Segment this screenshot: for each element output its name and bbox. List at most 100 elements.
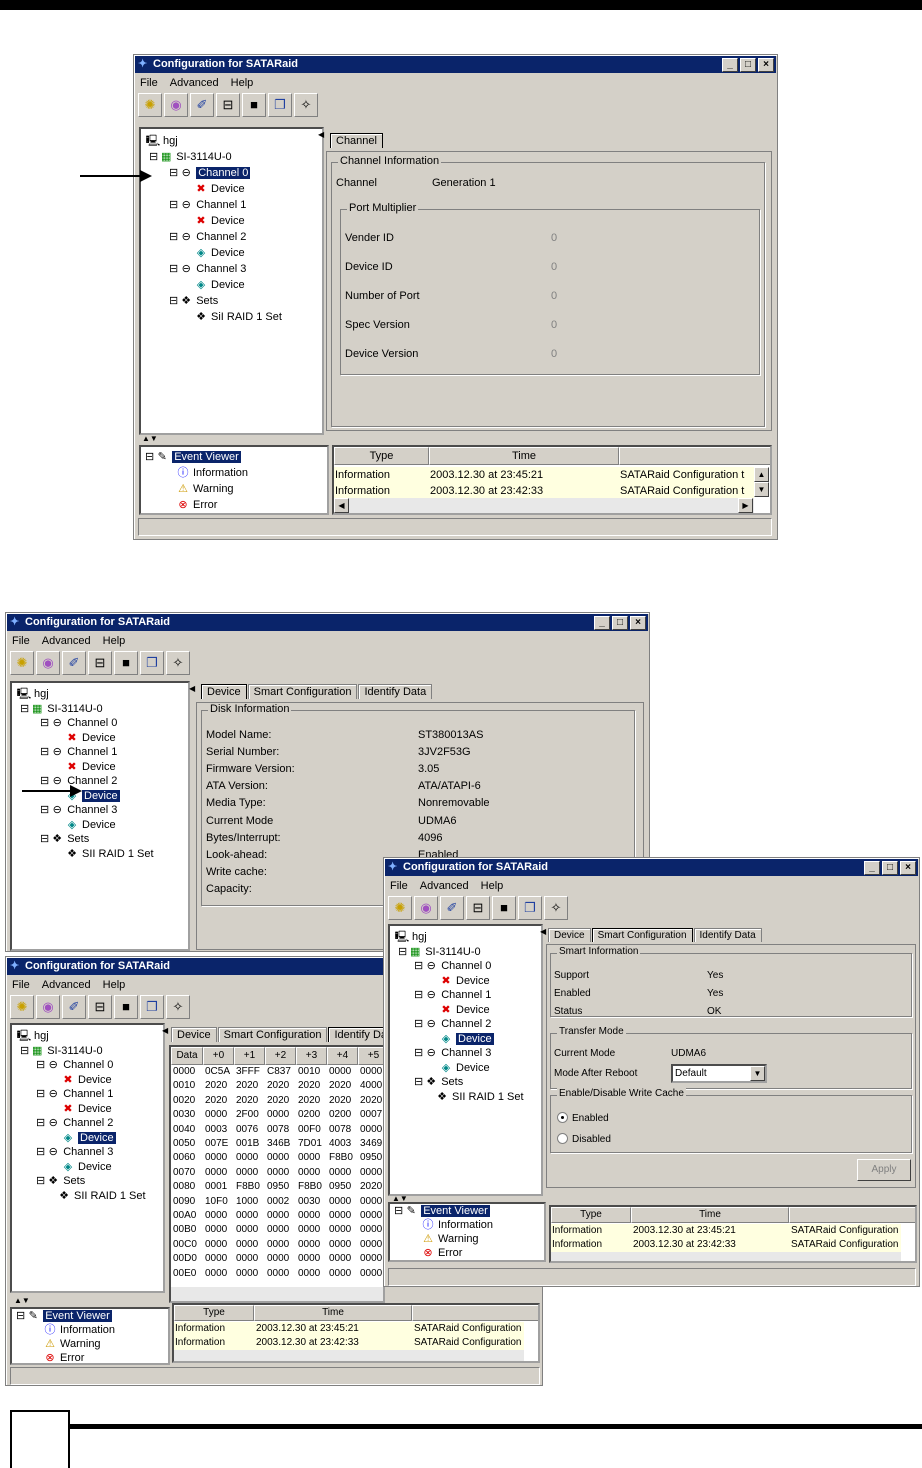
identify-col-header[interactable]: +0 bbox=[203, 1047, 234, 1065]
save-icon[interactable]: ■ bbox=[114, 651, 138, 675]
menu-file[interactable]: File bbox=[12, 979, 30, 991]
identify-col-header[interactable]: Data bbox=[171, 1047, 203, 1065]
tree-sets[interactable]: ⊟ ❖ Sets bbox=[16, 832, 154, 847]
minimize-button[interactable]: _ bbox=[722, 58, 738, 72]
drive-icon[interactable]: ⊟ bbox=[88, 651, 112, 675]
event-error-node[interactable]: ⊗ Error bbox=[145, 497, 248, 513]
tree-channel-0[interactable]: ⊟ ⊖ Channel 0 bbox=[145, 165, 282, 181]
tree-root[interactable]: 🖳 hgj bbox=[145, 133, 282, 149]
tree-sets[interactable]: ⊟ ❖ Sets bbox=[145, 293, 282, 309]
identify-col-header[interactable]: +4 bbox=[327, 1047, 358, 1065]
tree-device-1[interactable]: ✖ Device bbox=[16, 1102, 146, 1117]
find-icon[interactable]: ✧ bbox=[294, 93, 318, 117]
tree-device-2[interactable]: ◈ Device bbox=[394, 1032, 524, 1047]
chevron-down-icon[interactable]: ▼ bbox=[750, 1066, 765, 1081]
horizontal-scrollbar[interactable] bbox=[171, 1287, 383, 1301]
splitter-arrow-icon[interactable]: ◀ bbox=[189, 685, 195, 693]
splitter-arrow-icon[interactable]: ◀ bbox=[540, 928, 546, 936]
event-warning-node[interactable]: ⚠ Warning bbox=[16, 1337, 115, 1351]
menu-help[interactable]: Help bbox=[103, 979, 126, 991]
find-icon[interactable]: ✧ bbox=[166, 651, 190, 675]
close-button[interactable]: × bbox=[630, 616, 646, 630]
tree-channel-0[interactable]: ⊟ ⊖ Channel 0 bbox=[16, 1058, 146, 1073]
tree-device-0[interactable]: ✖ Device bbox=[16, 1073, 146, 1088]
identify-col-header[interactable]: +1 bbox=[234, 1047, 265, 1065]
tab-smart-configuration[interactable]: Smart Configuration bbox=[247, 684, 358, 699]
minimize-button[interactable]: _ bbox=[594, 616, 610, 630]
tree-channel-3[interactable]: ⊟ ⊖ Channel 3 bbox=[16, 1145, 146, 1160]
tree-controller[interactable]: ⊟ ▦ SI-3114U-0 bbox=[16, 702, 154, 717]
col-type[interactable]: Type bbox=[174, 1305, 254, 1321]
event-error-node[interactable]: ⊗ Error bbox=[16, 1351, 115, 1363]
drive-icon[interactable]: ⊟ bbox=[216, 93, 240, 117]
scroll-right-icon[interactable]: ▶ bbox=[738, 498, 753, 513]
tree-channel-0[interactable]: ⊟ ⊖ Channel 0 bbox=[394, 959, 524, 974]
tree-channel-2[interactable]: ⊟ ⊖ Channel 2 bbox=[16, 1116, 146, 1131]
enabled-radio[interactable]: Enabled bbox=[557, 1112, 609, 1124]
tree-device-0[interactable]: ✖ Device bbox=[394, 974, 524, 989]
tree-root[interactable]: 🖳 hgj bbox=[16, 687, 154, 702]
wizard-icon[interactable]: ✐ bbox=[62, 995, 86, 1019]
tree-root[interactable]: 🖳 hgj bbox=[394, 930, 524, 945]
wizard-icon[interactable]: ✐ bbox=[440, 896, 464, 920]
tab-device[interactable]: Device bbox=[171, 1027, 217, 1042]
tab-identify-data[interactable]: Identify Data bbox=[693, 928, 762, 942]
tree-device-3[interactable]: ◈ Device bbox=[16, 1160, 146, 1175]
tree-set-1[interactable]: ❖ SII RAID 1 Set bbox=[16, 1189, 145, 1204]
menu-help[interactable]: Help bbox=[103, 635, 126, 647]
menu-file[interactable]: File bbox=[390, 880, 408, 892]
tree-controller[interactable]: ⊟ ▦ SI-3114U-0 bbox=[16, 1044, 146, 1059]
splitter-arrows-icon[interactable]: ▲▼ bbox=[142, 435, 158, 443]
event-row[interactable]: Information 2003.12.30 at 23:42:33 SATARai… bbox=[334, 483, 754, 499]
event-row[interactable]: Information 2003.12.30 at 23:42:33 SATARai… bbox=[174, 1336, 524, 1350]
col-time[interactable]: Time bbox=[429, 447, 619, 465]
wizard-icon[interactable]: ✐ bbox=[190, 93, 214, 117]
horizontal-scrollbar[interactable] bbox=[334, 498, 754, 513]
col-time[interactable]: Time bbox=[631, 1207, 789, 1223]
col-message[interactable] bbox=[619, 447, 770, 465]
menu-file[interactable]: File bbox=[12, 635, 30, 647]
drive-icon[interactable]: ⊟ bbox=[88, 995, 112, 1019]
tree-device-3[interactable]: ◈ Device bbox=[394, 1061, 524, 1076]
rescan-icon[interactable]: ✺ bbox=[10, 995, 34, 1019]
tree-channel-0[interactable]: ⊟ ⊖ Channel 0 bbox=[16, 716, 154, 731]
tree-channel-3[interactable]: ⊟ ⊖ Channel 3 bbox=[145, 261, 282, 277]
title-bar[interactable]: ✦ Configuration for SATARaid _ □ × bbox=[135, 56, 776, 73]
rescan-icon[interactable]: ✺ bbox=[10, 651, 34, 675]
close-button[interactable]: × bbox=[758, 58, 774, 72]
tree-device-2[interactable]: ◈ Device bbox=[145, 245, 282, 261]
tree-device-3[interactable]: ◈ Device bbox=[16, 818, 154, 833]
menu-advanced[interactable]: Advanced bbox=[42, 635, 91, 647]
event-viewer-node[interactable]: ⊟ ✎ Event Viewer bbox=[145, 449, 248, 465]
tree-channel-3[interactable]: ⊟ ⊖ Channel 3 bbox=[16, 803, 154, 818]
menu-help[interactable]: Help bbox=[481, 880, 504, 892]
horizontal-scrollbar[interactable] bbox=[174, 1350, 524, 1361]
title-bar[interactable]: ✦ Configuration for SATARaid _ □ × bbox=[385, 859, 918, 876]
tree-channel-2[interactable]: ⊟ ⊖ Channel 2 bbox=[145, 229, 282, 245]
event-warning-node[interactable]: ⚠ Warning bbox=[394, 1232, 493, 1246]
col-time[interactable]: Time bbox=[254, 1305, 412, 1321]
tree-set-1[interactable]: ❖ SiI RAID 1 Set bbox=[145, 309, 282, 325]
save-icon[interactable]: ■ bbox=[492, 896, 516, 920]
copy-icon[interactable]: ❐ bbox=[140, 651, 164, 675]
tree-channel-2[interactable]: ⊟ ⊖ Channel 2 bbox=[394, 1017, 524, 1032]
menu-help[interactable]: Help bbox=[231, 77, 254, 89]
event-viewer-node[interactable]: ⊟ ✎ Event Viewer bbox=[16, 1309, 115, 1323]
splitter-arrow-icon[interactable]: ◀ bbox=[162, 1027, 168, 1035]
mode-after-reboot-select[interactable]: Default ▼ bbox=[671, 1064, 767, 1083]
event-row[interactable]: Information 2003.12.30 at 23:45:21 SATARai… bbox=[551, 1224, 901, 1238]
disabled-radio[interactable]: Disabled bbox=[557, 1133, 611, 1145]
find-icon[interactable]: ✧ bbox=[166, 995, 190, 1019]
splitter-arrow-icon[interactable]: ◀ bbox=[318, 131, 324, 139]
identify-col-header[interactable]: +2 bbox=[265, 1047, 296, 1065]
tree-channel-3[interactable]: ⊟ ⊖ Channel 3 bbox=[394, 1046, 524, 1061]
tree-set-1[interactable]: ❖ SII RAID 1 Set bbox=[394, 1090, 523, 1105]
cd-icon[interactable]: ◉ bbox=[36, 651, 60, 675]
scroll-down-icon[interactable]: ▼ bbox=[754, 482, 769, 497]
tab-smart-configuration[interactable]: Smart Configuration bbox=[217, 1027, 328, 1042]
col-type[interactable]: Type bbox=[551, 1207, 631, 1223]
tree-set-1[interactable]: ❖ SII RAID 1 Set bbox=[16, 847, 153, 862]
tree-root[interactable]: 🖳 hgj bbox=[16, 1029, 146, 1044]
copy-icon[interactable]: ❐ bbox=[268, 93, 292, 117]
tree-channel-1[interactable]: ⊟ ⊖ Channel 1 bbox=[16, 1087, 146, 1102]
